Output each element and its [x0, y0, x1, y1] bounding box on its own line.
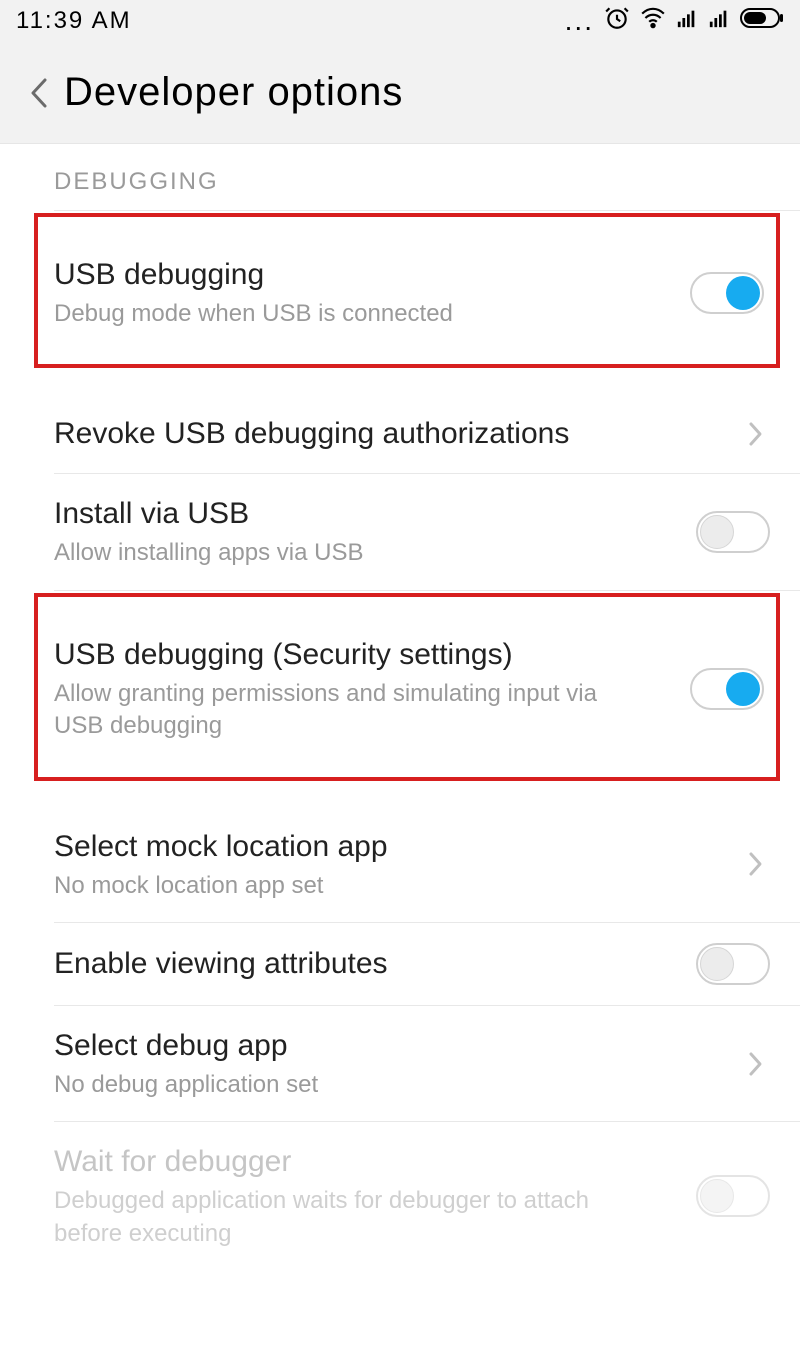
battery-icon	[740, 7, 784, 36]
chevron-right-icon	[742, 850, 770, 878]
usb-security-toggle[interactable]	[690, 668, 764, 710]
viewing-attributes-toggle[interactable]	[696, 943, 770, 985]
row-viewing-attributes[interactable]: Enable viewing attributes	[0, 923, 800, 1005]
row-title: Select mock location app	[54, 827, 734, 866]
status-icons: ...	[565, 5, 784, 38]
row-title: USB debugging (Security settings)	[54, 635, 682, 674]
row-title: Revoke USB debugging authorizations	[54, 414, 734, 453]
section-header-debugging: DEBUGGING	[0, 144, 800, 210]
row-title: USB debugging	[54, 255, 682, 294]
signal-2-icon	[708, 7, 730, 36]
row-usb-debugging[interactable]: USB debugging Debug mode when USB is con…	[54, 235, 776, 350]
row-subtitle: No mock location app set	[54, 870, 614, 902]
row-subtitle: Allow installing apps via USB	[54, 537, 614, 569]
highlight-usb-debugging: USB debugging Debug mode when USB is con…	[34, 213, 780, 368]
chevron-right-icon	[742, 420, 770, 448]
signal-1-icon	[676, 7, 698, 36]
wait-debugger-toggle	[696, 1175, 770, 1217]
row-install-via-usb[interactable]: Install via USB Allow installing apps vi…	[0, 474, 800, 589]
row-revoke-auth[interactable]: Revoke USB debugging authorizations	[0, 394, 800, 473]
page-title: Developer options	[64, 70, 403, 115]
back-button[interactable]	[18, 73, 58, 113]
row-usb-security[interactable]: USB debugging (Security settings) Allow …	[54, 615, 776, 763]
install-via-usb-toggle[interactable]	[696, 511, 770, 553]
row-title: Select debug app	[54, 1026, 734, 1065]
alarm-icon	[604, 5, 630, 38]
highlight-usb-security: USB debugging (Security settings) Allow …	[34, 593, 780, 781]
row-title: Install via USB	[54, 494, 688, 533]
row-select-debug-app[interactable]: Select debug app No debug application se…	[0, 1006, 800, 1121]
chevron-right-icon	[742, 1050, 770, 1078]
more-icon: ...	[565, 5, 594, 37]
row-mock-location[interactable]: Select mock location app No mock locatio…	[0, 807, 800, 922]
row-subtitle: No debug application set	[54, 1069, 614, 1101]
row-subtitle: Debugged application waits for debugger …	[54, 1185, 614, 1250]
status-bar: 11:39 AM ...	[0, 0, 800, 42]
status-time: 11:39 AM	[16, 7, 132, 35]
row-subtitle: Allow granting permissions and simulatin…	[54, 678, 614, 743]
divider	[54, 210, 800, 211]
row-wait-debugger: Wait for debugger Debugged application w…	[0, 1122, 800, 1270]
usb-debugging-toggle[interactable]	[690, 272, 764, 314]
row-subtitle: Debug mode when USB is connected	[54, 298, 614, 330]
wifi-icon	[640, 5, 666, 38]
app-header: Developer options	[0, 42, 800, 144]
row-title: Enable viewing attributes	[54, 944, 688, 983]
row-title: Wait for debugger	[54, 1142, 688, 1181]
